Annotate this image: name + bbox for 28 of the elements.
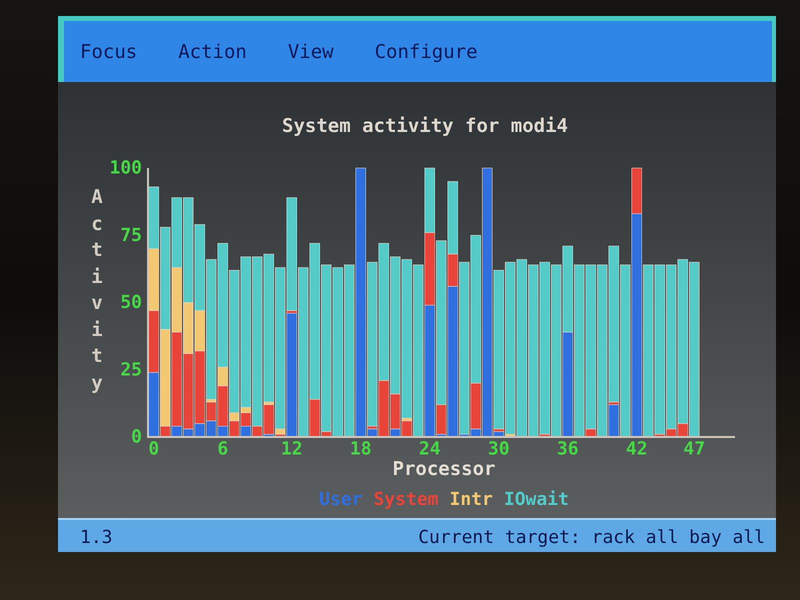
legend-label: User [319, 489, 362, 511]
menu-item[interactable]: Action [178, 40, 247, 64]
x-tick-label: 6 [217, 438, 228, 460]
chart-title: System activity for modi4 [282, 114, 568, 138]
legend-label: Intr [450, 489, 493, 511]
y-tick-label: 25 [120, 359, 142, 380]
legend-label: System [373, 489, 438, 511]
y-tick-label: 50 [120, 292, 142, 313]
current-target-text: Current target: rack all bay all [418, 526, 765, 548]
x-axis-label: Processor [392, 458, 496, 480]
y-tick-label: 0 [131, 426, 142, 448]
menu-item[interactable]: Configure [374, 40, 478, 64]
y-axis-label: Activity [90, 185, 104, 396]
x-tick-label: 42 [626, 438, 648, 460]
menu-item[interactable]: Focus [80, 40, 138, 64]
x-tick-label: 30 [488, 438, 510, 460]
x-tick-label: 12 [280, 438, 303, 460]
x-tick-label: 47 [683, 438, 706, 460]
bar-segment [424, 168, 435, 233]
x-tick-label: 18 [350, 438, 372, 460]
x-tick-label: 36 [556, 438, 579, 460]
y-tick-label: 100 [109, 160, 142, 178]
x-tick-label: 0 [148, 438, 160, 460]
x-tick-label: 24 [418, 438, 441, 460]
y-tick-label: 75 [120, 224, 142, 246]
legend-label: IOwait [504, 489, 569, 511]
menu-item[interactable]: View [288, 40, 334, 64]
version-text: 1.3 [80, 526, 113, 548]
